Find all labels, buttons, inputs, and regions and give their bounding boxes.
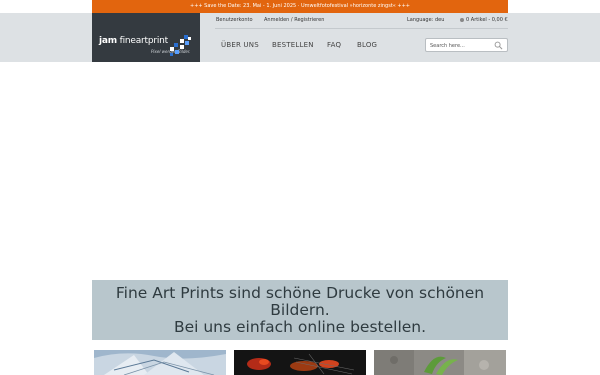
tagline-line-1: Fine Art Prints sind schöne Drucke von s…	[115, 284, 485, 302]
nav-item-blog[interactable]: BLOG	[357, 41, 377, 49]
cart-icon[interactable]	[460, 18, 464, 22]
teaser-image-1[interactable]	[94, 350, 226, 375]
cart-summary[interactable]: 0 Artikel - 0,00 €	[466, 17, 508, 23]
hero-image-area	[92, 62, 508, 280]
search-input[interactable]	[430, 41, 492, 50]
header-divider	[215, 28, 508, 29]
logo-brand-rest: fineartprint	[119, 36, 169, 46]
teaser-image-2[interactable]	[234, 350, 366, 375]
login-register-link[interactable]: Anmelden / Registrieren	[264, 17, 324, 23]
search-box[interactable]	[425, 38, 508, 52]
nav-item-ueber-uns[interactable]: ÜBER UNS	[221, 41, 259, 49]
tagline-line-2: Bildern.	[270, 301, 330, 319]
logo-pixel-icon	[170, 35, 191, 56]
logo[interactable]: jam fineartprint Pixel werden Bilder.	[92, 13, 200, 62]
tagline-line-3: Bei uns einfach online bestellen.	[173, 318, 427, 336]
account-link[interactable]: Benutzerkonto	[216, 17, 253, 23]
tagline-banner: Fine Art Prints sind schöne Drucke von s…	[92, 280, 508, 340]
search-icon[interactable]	[494, 41, 503, 50]
teaser-image-3[interactable]	[374, 350, 506, 375]
nav-item-bestellen[interactable]: BESTELLEN	[272, 41, 314, 49]
logo-wordmark: jam fineartprint	[99, 36, 168, 46]
nav-item-faq[interactable]: FAQ	[327, 41, 341, 49]
language-selector[interactable]: Language: deu	[407, 17, 444, 23]
logo-brand-bold: jam	[99, 36, 117, 46]
promo-banner[interactable]: +++ Save the Date: 23. Mai - 1. Juni 202…	[92, 0, 508, 13]
